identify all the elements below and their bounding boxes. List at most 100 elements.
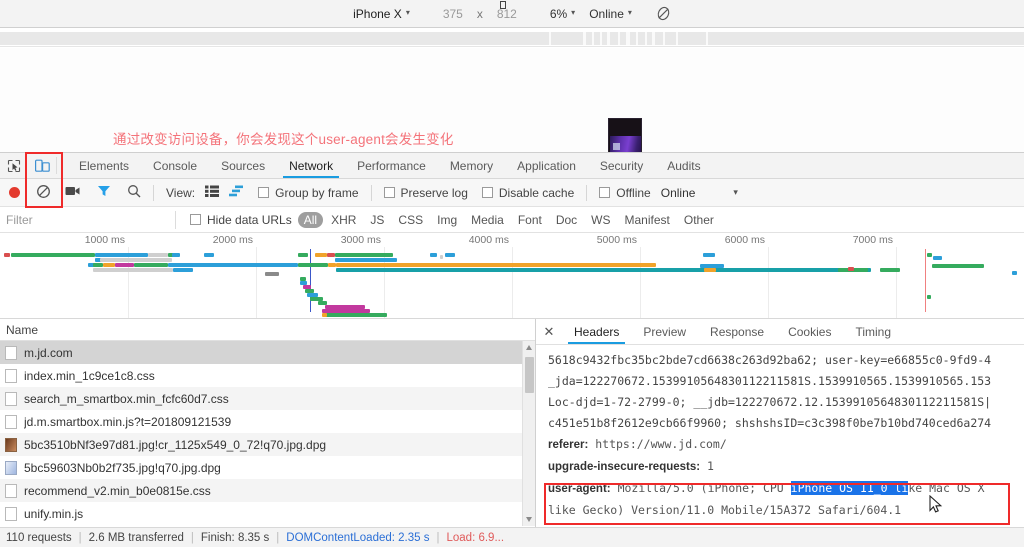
filter-type-font[interactable]: Font <box>512 212 548 228</box>
online-throttle-label[interactable]: Online <box>661 186 696 200</box>
checkbox-box <box>383 187 395 198</box>
header-user-agent: user-agent: Mozilla/5.0 (iPhone; CPU iPh… <box>548 478 1024 500</box>
tab-application[interactable]: Application <box>505 153 588 178</box>
table-row[interactable]: index.min_1c9ce1c8.css <box>0 364 535 387</box>
filter-type-ws[interactable]: WS <box>585 212 616 228</box>
request-name: 5bc3510bNf3e97d81.jpg!cr_1125x549_0_72!q… <box>24 437 327 452</box>
tab-network[interactable]: Network <box>277 153 345 178</box>
search-icon[interactable] <box>127 184 141 201</box>
user-agent-before: Mozilla/5.0 (iPhone; CPU <box>617 481 791 495</box>
preserve-log-checkbox[interactable]: Preserve log <box>383 186 468 200</box>
network-throttling-selector[interactable]: Online ▾ <box>589 7 632 21</box>
hide-data-urls-checkbox[interactable]: Hide data URLs <box>190 213 292 227</box>
inspect-element-icon[interactable] <box>0 153 28 178</box>
tab-security[interactable]: Security <box>588 153 655 178</box>
network-overview-strip[interactable] <box>0 29 1024 47</box>
header-key: referer: <box>548 439 589 451</box>
record-button[interactable] <box>9 187 20 198</box>
filter-type-other[interactable]: Other <box>678 212 720 228</box>
filter-input[interactable] <box>0 206 175 233</box>
overview-track <box>0 32 1024 45</box>
tab-sources[interactable]: Sources <box>209 153 277 178</box>
status-dom-content-loaded: DOMContentLoaded: 2.35 s <box>286 531 430 544</box>
table-row[interactable]: recommend_v2.min_b0e0815e.css <box>0 479 535 502</box>
filter-type-manifest[interactable]: Manifest <box>619 212 676 228</box>
script-icon <box>5 506 17 521</box>
tab-label: Console <box>153 158 198 173</box>
requests-pane: Name m.jd.com index.min_1c9ce1c8.css sea… <box>0 319 536 547</box>
table-row[interactable]: m.jd.com <box>0 341 535 364</box>
waterfall-view-icon[interactable] <box>229 185 244 200</box>
scroll-down-icon[interactable] <box>526 517 532 522</box>
tab-audits[interactable]: Audits <box>655 153 712 178</box>
headers-content[interactable]: 5618c9432fbc35bc2bde7cd6638c263d92ba62; … <box>536 345 1024 547</box>
device-height-input[interactable]: 812 <box>490 7 524 21</box>
filter-type-doc[interactable]: Doc <box>550 212 583 228</box>
toggle-device-toolbar-icon[interactable] <box>28 153 56 178</box>
request-name: search_m_smartbox.min_fcfc60d7.css <box>24 391 229 406</box>
requests-list[interactable]: m.jd.com index.min_1c9ce1c8.css search_m… <box>0 341 535 526</box>
filter-type-all[interactable]: All <box>297 211 324 228</box>
table-row[interactable]: 5bc59603Nb0b2f735.jpg!q70.jpg.dpg <box>0 456 535 479</box>
requests-scrollbar[interactable] <box>522 341 535 526</box>
tab-memory[interactable]: Memory <box>438 153 505 178</box>
device-name-label: iPhone X <box>353 6 402 21</box>
device-selector[interactable]: iPhone X ▾ <box>353 7 410 21</box>
timeline-tick: 2000 ms <box>212 234 253 246</box>
page-preview-area: 通过改变访问设备，你会发现这个user-agent会发生变化 用它我们可以用来做… <box>0 48 1024 198</box>
tab-performance[interactable]: Performance <box>345 153 438 178</box>
table-row[interactable]: 5bc3510bNf3e97d81.jpg!cr_1125x549_0_72!q… <box>0 433 535 456</box>
document-icon <box>5 345 17 360</box>
status-requests: 110 requests <box>6 531 72 544</box>
camera-icon[interactable] <box>65 185 81 200</box>
clear-icon[interactable] <box>36 184 51 202</box>
device-width-input[interactable]: 375 <box>436 7 470 21</box>
list-view-icon[interactable] <box>205 185 220 200</box>
header-value: 1 <box>707 459 714 473</box>
dimension-separator: x <box>476 6 483 21</box>
tab-label: Audits <box>667 158 701 173</box>
offline-label: Offline <box>616 185 651 200</box>
filter-type-xhr[interactable]: XHR <box>325 212 362 228</box>
tab-preview[interactable]: Preview <box>631 319 698 344</box>
zoom-selector[interactable]: 6% ▾ <box>550 7 575 21</box>
tab-label: Preview <box>643 324 687 339</box>
image-icon <box>5 437 17 452</box>
tab-response[interactable]: Response <box>698 319 776 344</box>
user-agent-after: ke Mac OS X <box>908 481 985 495</box>
tab-label: Application <box>517 158 576 173</box>
filter-type-js[interactable]: JS <box>364 212 390 228</box>
disable-cache-checkbox[interactable]: Disable cache <box>481 186 574 200</box>
timeline-tick: 1000 ms <box>84 234 125 246</box>
no-throttling-icon[interactable] <box>656 6 671 21</box>
filter-type-media[interactable]: Media <box>465 212 510 228</box>
filter-type-css[interactable]: CSS <box>392 212 429 228</box>
close-icon[interactable]: ✕ <box>536 319 562 344</box>
request-name: 5bc59603Nb0b2f735.jpg!q70.jpg.dpg <box>24 460 221 475</box>
tab-headers[interactable]: Headers <box>562 319 631 344</box>
header-line: c451e51b8f2612e9cb66f9960; shshshsID=c3c… <box>548 416 992 430</box>
network-status-bar: 110 requests | 2.6 MB transferred | Fini… <box>0 527 1024 547</box>
table-row[interactable]: search_m_smartbox.min_fcfc60d7.css <box>0 387 535 410</box>
annotation-line-1: 通过改变访问设备，你会发现这个user-agent会发生变化 <box>113 132 454 147</box>
table-row[interactable]: unify.min.js <box>0 502 535 525</box>
network-waterfall-overview[interactable]: 1000 ms 2000 ms 3000 ms 4000 ms 5000 ms … <box>0 233 1024 319</box>
hide-data-urls-label: Hide data URLs <box>207 212 292 227</box>
header-upgrade-insecure-requests: upgrade-insecure-requests: 1 <box>548 456 1024 478</box>
scroll-up-icon[interactable] <box>526 345 532 350</box>
checkbox-box <box>258 187 270 198</box>
funnel-icon[interactable] <box>97 184 111 201</box>
chevron-down-icon[interactable]: ▾ <box>733 187 738 198</box>
tab-cookies[interactable]: Cookies <box>776 319 843 344</box>
user-agent-selected-text: iPhone OS 11_0 li <box>790 481 909 495</box>
text-cursor-icon <box>500 1 506 9</box>
tab-timing[interactable]: Timing <box>843 319 903 344</box>
requests-column-header[interactable]: Name <box>0 319 535 341</box>
scrollbar-thumb[interactable] <box>525 357 534 393</box>
offline-checkbox[interactable]: Offline <box>599 185 651 200</box>
group-by-frame-checkbox[interactable]: Group by frame <box>258 186 359 200</box>
tab-console[interactable]: Console <box>141 153 209 178</box>
filter-type-img[interactable]: Img <box>431 212 463 228</box>
table-row[interactable]: jd.m.smartbox.min.js?t=201809121539 <box>0 410 535 433</box>
tab-elements[interactable]: Elements <box>67 153 141 178</box>
